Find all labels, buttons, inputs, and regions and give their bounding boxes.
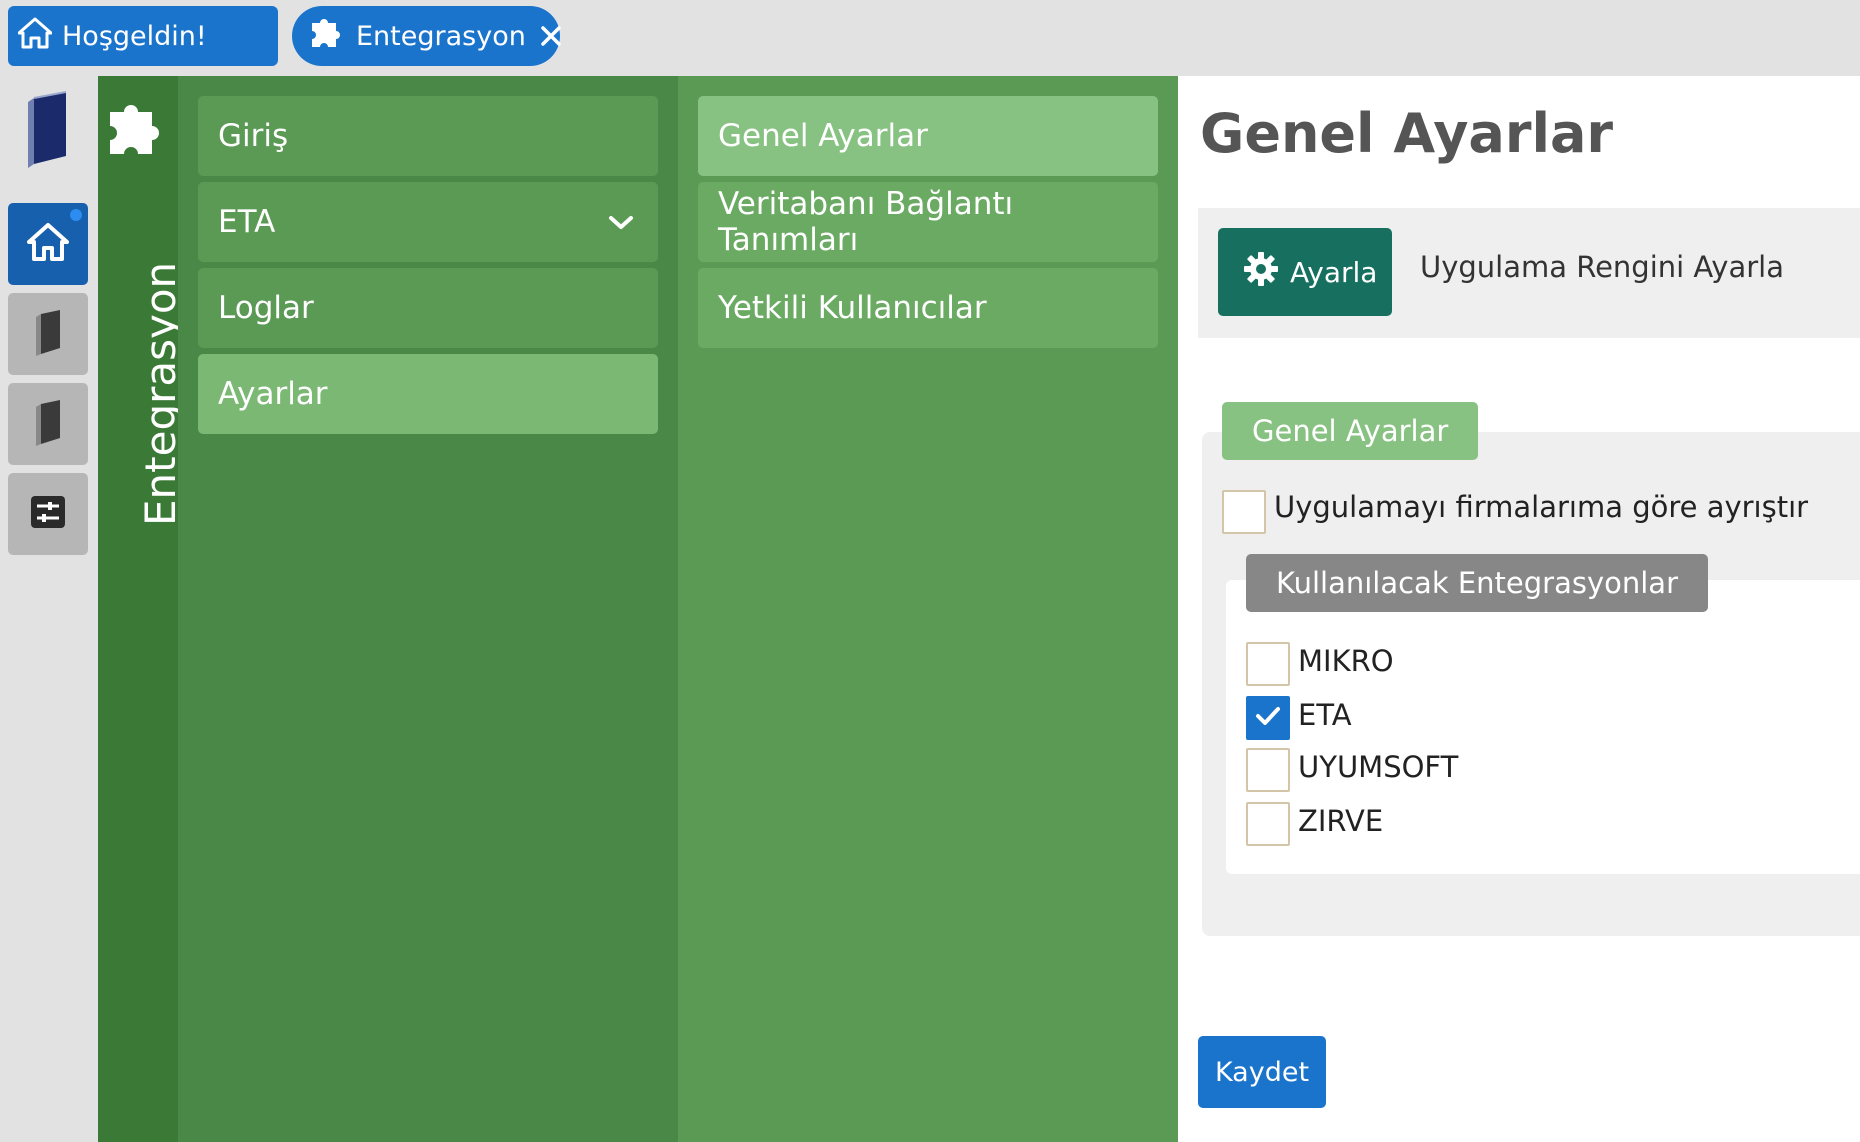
app-color-setting: Ayarla Uygulama Rengini Ayarla — [1198, 208, 1860, 338]
gear-icon — [1242, 250, 1280, 295]
ayarla-button[interactable]: Ayarla — [1218, 228, 1392, 316]
tab-home[interactable]: Hoşgeldin! — [8, 6, 278, 66]
menu-item-giris[interactable]: Giriş — [198, 96, 658, 176]
save-button[interactable]: Kaydet — [1198, 1036, 1326, 1108]
tab-bar: Hoşgeldin! Entegrasyon — [0, 0, 1860, 76]
submenu-item-label: Veritabanı Bağlantı Tanımları — [718, 186, 1014, 258]
puzzle-icon — [104, 98, 170, 164]
page-title: Genel Ayarlar — [1200, 102, 1614, 165]
menu-item-eta[interactable]: ETA — [198, 182, 658, 262]
integration-label-mikro: MIKRO — [1298, 644, 1394, 678]
submenu-item-yetkili-kullanicilar[interactable]: Yetkili Kullanıcılar — [698, 268, 1158, 348]
rail-settings-button[interactable] — [8, 473, 88, 555]
notification-dot — [70, 209, 82, 221]
main-menu: Giriş ETA Loglar Ayarlar — [178, 76, 678, 1142]
rail-book-button-2[interactable] — [8, 383, 88, 465]
menu-item-label: Loglar — [218, 290, 314, 326]
submenu-item-label: Genel Ayarlar — [718, 118, 928, 154]
submenu-item-genel-ayarlar[interactable]: Genel Ayarlar — [698, 96, 1158, 176]
integration-checkbox-mikro[interactable] — [1246, 642, 1290, 686]
integrations-legend: Kullanılacak Entegrasyonlar — [1246, 554, 1708, 612]
sliders-icon — [31, 496, 65, 532]
module-title: Entegrasyon — [98, 262, 185, 586]
book-icon — [33, 398, 63, 450]
separate-by-company-checkbox[interactable] — [1222, 490, 1266, 534]
integration-label-zirve: ZIRVE — [1298, 804, 1384, 838]
chevron-down-icon — [608, 208, 634, 234]
content-panel: Genel Ayarlar Ayarla Uygulama Rengini Ay… — [1178, 76, 1860, 1142]
tab-entegrasyon[interactable]: Entegrasyon — [292, 6, 562, 66]
submenu-item-veritabani[interactable]: Veritabanı Bağlantı Tanımları — [698, 182, 1158, 262]
integration-label-eta: ETA — [1298, 698, 1352, 732]
integration-checkbox-uyumsoft[interactable] — [1246, 748, 1290, 792]
rail-home-button[interactable] — [8, 203, 88, 285]
submenu-item-label: Yetkili Kullanıcılar — [718, 290, 987, 326]
icon-rail — [0, 76, 98, 1142]
book-icon — [33, 308, 63, 360]
app-color-label: Uygulama Rengini Ayarla — [1420, 250, 1784, 284]
tab-entegrasyon-label: Entegrasyon — [356, 20, 526, 52]
separate-by-company-label: Uygulamayı firmalarıma göre ayrıştır — [1274, 490, 1809, 524]
tab-home-label: Hoşgeldin! — [62, 20, 207, 52]
check-icon — [1255, 705, 1281, 731]
menu-item-ayarlar[interactable]: Ayarlar — [198, 354, 658, 434]
ayarla-button-label: Ayarla — [1290, 255, 1378, 289]
home-icon — [17, 17, 53, 56]
menu-item-label: Giriş — [218, 118, 289, 154]
menu-item-loglar[interactable]: Loglar — [198, 268, 658, 348]
integration-checkbox-zirve[interactable] — [1246, 802, 1290, 846]
puzzle-icon — [308, 15, 346, 58]
integration-label-uyumsoft: UYUMSOFT — [1298, 750, 1459, 784]
menu-item-label: Ayarlar — [218, 376, 328, 412]
menu-item-label: ETA — [218, 204, 276, 240]
rail-book-button-1[interactable] — [8, 293, 88, 375]
settings-submenu: Genel Ayarlar Veritabanı Bağlantı Tanıml… — [678, 76, 1178, 1142]
book-logo-icon — [24, 90, 72, 172]
general-settings-legend: Genel Ayarlar — [1222, 402, 1479, 460]
module-strip: Entegrasyon — [98, 76, 185, 1142]
home-icon — [27, 222, 69, 266]
integration-checkbox-eta[interactable] — [1246, 696, 1290, 740]
app-logo — [8, 90, 88, 172]
close-icon[interactable] — [540, 24, 562, 48]
